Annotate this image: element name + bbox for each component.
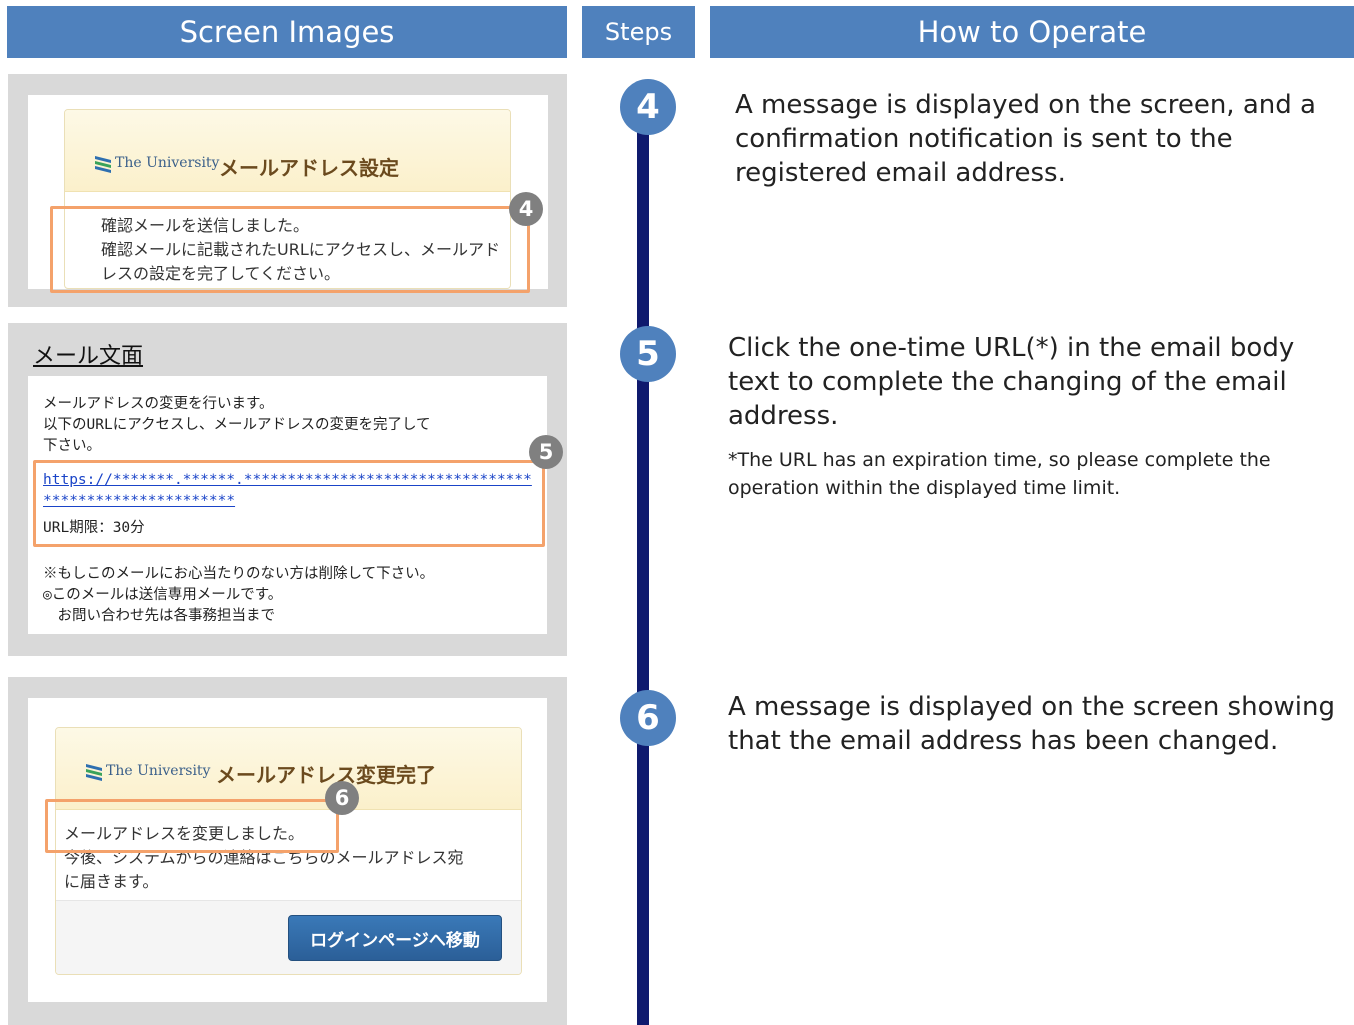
how-to-operate-header: How to Operate [710,6,1354,58]
step5-number: 5 [620,326,676,382]
email-footer-line: お問い合わせ先は各事務担当まで [43,608,275,624]
step4-badge: 4 [509,192,543,226]
screen-images-header-label: Screen Images [179,15,395,49]
university-logo: The University [84,760,210,782]
step5-note: *The URL has an expiration time, so plea… [728,449,1271,499]
screen-images-header: Screen Images [7,6,567,58]
email-intro-line: 以下のURLにアクセスし、メールアドレスの変更を完了して [43,417,431,433]
change-complete-line: に届きます。 [64,872,159,891]
step6-badge: 6 [325,781,359,815]
step5-email-panel: メールアドレスの変更を行います。 以下のURLにアクセスし、メールアドレスの変更… [8,323,567,656]
email-change-complete-title: メールアドレス変更完了 [216,763,436,787]
step4-screen-card: The University メールアドレス設定 確認メールを送信しました。 確… [28,95,548,293]
university-logo-text: The University [106,763,211,779]
step4-screen-panel: The University メールアドレス設定 確認メールを送信しました。 確… [8,74,567,307]
how-to-operate-header-label: How to Operate [917,15,1147,49]
steps-header: Steps [582,6,695,58]
step4-number: 4 [620,79,676,135]
email-intro-line: 下さい。 [43,438,101,454]
university-logo: The University [93,152,219,174]
step5-instruction: Click the one-time URL(*) in the email b… [728,333,1295,431]
step6-highlight-box [45,799,339,853]
go-to-login-page-button[interactable]: ログインページへ移動 [288,915,502,961]
email-footer-line: ※もしこのメールにお心当たりのない方は削除して下さい。 [43,566,435,582]
email-settings-title: メールアドレス設定 [219,156,399,180]
steps-header-label: Steps [604,18,673,46]
steps-timeline [637,100,649,1025]
step6-number: 6 [620,690,676,746]
step5-badge: 5 [529,435,563,469]
email-body-title: メール文面 [33,344,144,369]
step6-screen-panel: The University メールアドレス変更完了 メールアドレスを変更しまし… [8,677,567,1025]
step5-highlight-box [33,460,545,547]
email-footer-line: ◎このメールは送信専用メールです。 [43,587,283,603]
step4-highlight-box [50,206,530,293]
university-logo-icon [95,156,111,173]
step6-instruction: A message is displayed on the screen sho… [728,692,1335,756]
university-logo-icon [86,764,102,781]
university-logo-text: The University [115,155,220,171]
email-intro-line: メールアドレスの変更を行います。 [43,396,274,412]
step4-instruction: A message is displayed on the screen, an… [735,90,1316,188]
email-footer: ※もしこのメールにお心当たりのない方は削除して下さい。 ◎このメールは送信専用メ… [43,564,434,627]
email-intro: メールアドレスの変更を行います。 以下のURLにアクセスし、メールアドレスの変更… [43,394,431,457]
